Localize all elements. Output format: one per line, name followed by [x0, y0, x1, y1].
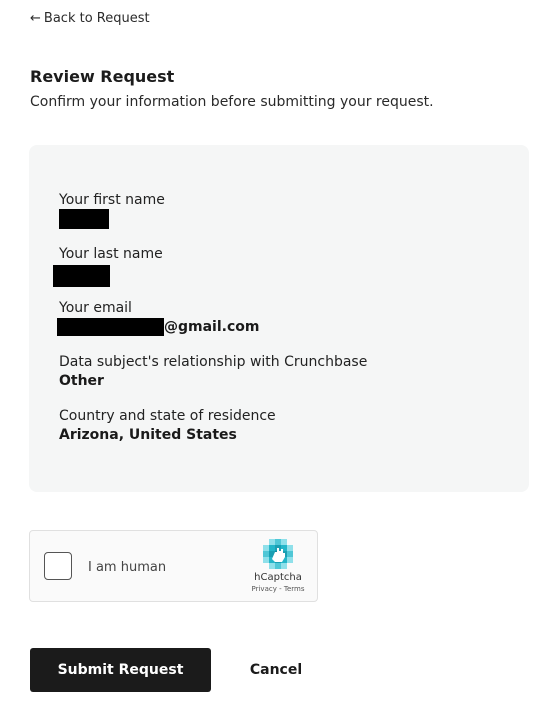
submit-request-button[interactable]: Submit Request	[30, 648, 211, 692]
email-field: Your email @gmail.com	[57, 299, 260, 337]
page-subtitle: Confirm your information before submitti…	[30, 94, 434, 110]
back-to-request-link[interactable]: ← Back to Request	[30, 11, 150, 26]
cancel-button[interactable]: Cancel	[232, 648, 320, 692]
residence-value: Arizona, United States	[59, 427, 237, 443]
relationship-field: Data subject's relationship with Crunchb…	[59, 353, 367, 391]
email-domain-value: @gmail.com	[164, 319, 260, 335]
residence-label: Country and state of residence	[59, 408, 276, 424]
captcha-terms-link[interactable]: Terms	[284, 585, 305, 593]
redacted-first-name	[59, 209, 109, 229]
redacted-last-name	[53, 265, 110, 287]
first-name-field: Your first name	[59, 191, 165, 229]
captcha-link-separator: -	[276, 585, 284, 593]
arrow-left-icon: ←	[30, 11, 41, 26]
captcha-checkbox[interactable]	[44, 552, 72, 580]
hcaptcha-widget: I am human hCaptcha Privacy - Terms	[29, 530, 318, 602]
captcha-label: I am human	[88, 560, 167, 575]
page-title: Review Request	[30, 67, 175, 86]
first-name-label: Your first name	[59, 192, 165, 208]
last-name-label: Your last name	[59, 246, 163, 262]
last-name-field: Your last name	[53, 245, 163, 287]
redacted-email-user	[57, 318, 164, 336]
review-summary-card: Your first name Your last name Your emai…	[29, 145, 529, 492]
hcaptcha-logo-icon	[263, 539, 293, 569]
email-label: Your email	[59, 300, 132, 316]
residence-field: Country and state of residence Arizona, …	[59, 407, 276, 445]
captcha-brand: hCaptcha Privacy - Terms	[247, 539, 309, 593]
captcha-brand-name: hCaptcha	[254, 572, 302, 583]
back-link-label: Back to Request	[43, 11, 150, 26]
captcha-privacy-link[interactable]: Privacy	[252, 585, 277, 593]
relationship-value: Other	[59, 373, 104, 389]
relationship-label: Data subject's relationship with Crunchb…	[59, 354, 368, 370]
